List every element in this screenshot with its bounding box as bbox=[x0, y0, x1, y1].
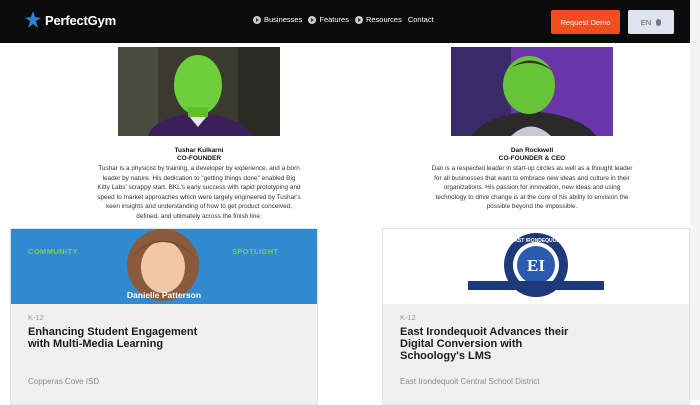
nav-businesses-label: Businesses bbox=[264, 15, 303, 24]
brand-logo[interactable]: PerfectGym bbox=[25, 10, 116, 30]
east-irondequoit-seal-banner: EI EAST IRONDEQUOIT bbox=[383, 229, 689, 304]
seal-name: EAST IRONDEQUOIT bbox=[511, 238, 561, 244]
card-title-line: with Multi-Media Learning bbox=[28, 338, 164, 350]
nav-businesses[interactable]: Businesses bbox=[253, 15, 302, 24]
bio-line: for all businesses that want to embrace … bbox=[434, 174, 630, 182]
nav-contact[interactable]: Contact bbox=[408, 15, 434, 24]
team-member-role: CO-FOUNDER & CEO bbox=[498, 155, 566, 162]
card-title[interactable]: East Irondequoit Advances their Digital … bbox=[400, 326, 680, 362]
main-nav: Businesses Features Resources Contact bbox=[253, 15, 440, 24]
school-seal-logo: EI EAST IRONDEQUOIT bbox=[383, 229, 689, 304]
card-tag: K-12 bbox=[400, 313, 416, 322]
seal-letters: EI bbox=[527, 256, 545, 275]
team-member-bio: Tushar is a physicist by training, a dev… bbox=[40, 164, 358, 221]
team-member-role: CO-FOUNDER bbox=[176, 155, 222, 162]
bio-line: possible beyond the impossible. bbox=[486, 203, 578, 210]
community-spotlight-banner: COMMUNITY SPOTLIGHT Danielle Patterson bbox=[11, 229, 317, 304]
top-navigation-bar: PerfectGym Businesses Features Resources… bbox=[0, 0, 700, 43]
card-title-line: Digital Conversion with bbox=[400, 338, 523, 350]
nav-contact-label: Contact bbox=[407, 15, 434, 24]
perfectgym-star-logo-icon bbox=[25, 11, 41, 28]
nav-features[interactable]: Features bbox=[308, 15, 349, 24]
case-study-card[interactable]: EI EAST IRONDEQUOIT K-12 East Irondequoi… bbox=[382, 228, 690, 405]
bio-line: keen insights and understanding of how t… bbox=[106, 203, 292, 210]
brand-name: PerfectGym bbox=[45, 12, 116, 28]
bio-line: technology to drive change is at the cor… bbox=[435, 193, 629, 201]
bio-line: speed to market approaches which were la… bbox=[97, 193, 301, 201]
team-member-bio: Dan is a respected leader in start-up ci… bbox=[372, 164, 692, 212]
chevron-down-icon bbox=[656, 18, 662, 26]
nav-features-label: Features bbox=[319, 15, 349, 24]
team-member-name: Tushar Kulkarni bbox=[174, 147, 224, 154]
language-selector[interactable]: EN bbox=[628, 10, 674, 34]
spotlight-person-name: Danielle Patterson bbox=[126, 290, 202, 300]
team-member-name: Dan Rockwell bbox=[510, 147, 554, 154]
card-organization: Copperas Cove ISD bbox=[28, 377, 100, 386]
bio-line: Dan is a respected leader in start-up ci… bbox=[431, 165, 633, 172]
bio-line: Tushar is a physicist by training, a dev… bbox=[98, 165, 300, 172]
request-demo-button[interactable]: Request Demo bbox=[551, 10, 620, 34]
card-organization: East Irondequoit Central School District bbox=[400, 377, 540, 386]
spotlight-right-label: SPOTLIGHT bbox=[232, 247, 279, 256]
card-tag: K-12 bbox=[28, 313, 44, 322]
team-photo-dan bbox=[451, 47, 613, 136]
language-label: EN bbox=[640, 17, 652, 27]
bio-line: Kitty Labs' scrappy start, BKL's early s… bbox=[97, 184, 301, 191]
nav-resources[interactable]: Resources bbox=[354, 15, 402, 24]
card-title[interactable]: Enhancing Student Engagement with Multi-… bbox=[28, 326, 308, 350]
circle-play-icon bbox=[253, 15, 261, 24]
card-title-line: Schoology's LMS bbox=[400, 350, 492, 362]
card-title-line: East Irondequoit Advances their bbox=[400, 326, 569, 338]
bio-line: leader by nature. His dedication to "get… bbox=[102, 174, 296, 182]
bio-line: organizations. His passion for innovatio… bbox=[443, 184, 621, 191]
circle-play-icon bbox=[354, 15, 363, 24]
bio-line: defined, and ultimately across the finis… bbox=[136, 212, 262, 220]
circle-play-icon bbox=[308, 15, 317, 24]
spotlight-left-label: COMMUNITY bbox=[28, 247, 78, 256]
card-title-line: Enhancing Student Engagement bbox=[28, 326, 198, 338]
team-photo-tushar bbox=[118, 47, 280, 136]
case-study-card[interactable]: COMMUNITY SPOTLIGHT Danielle Patterson K… bbox=[10, 228, 318, 405]
nav-resources-label: Resources bbox=[365, 15, 402, 24]
